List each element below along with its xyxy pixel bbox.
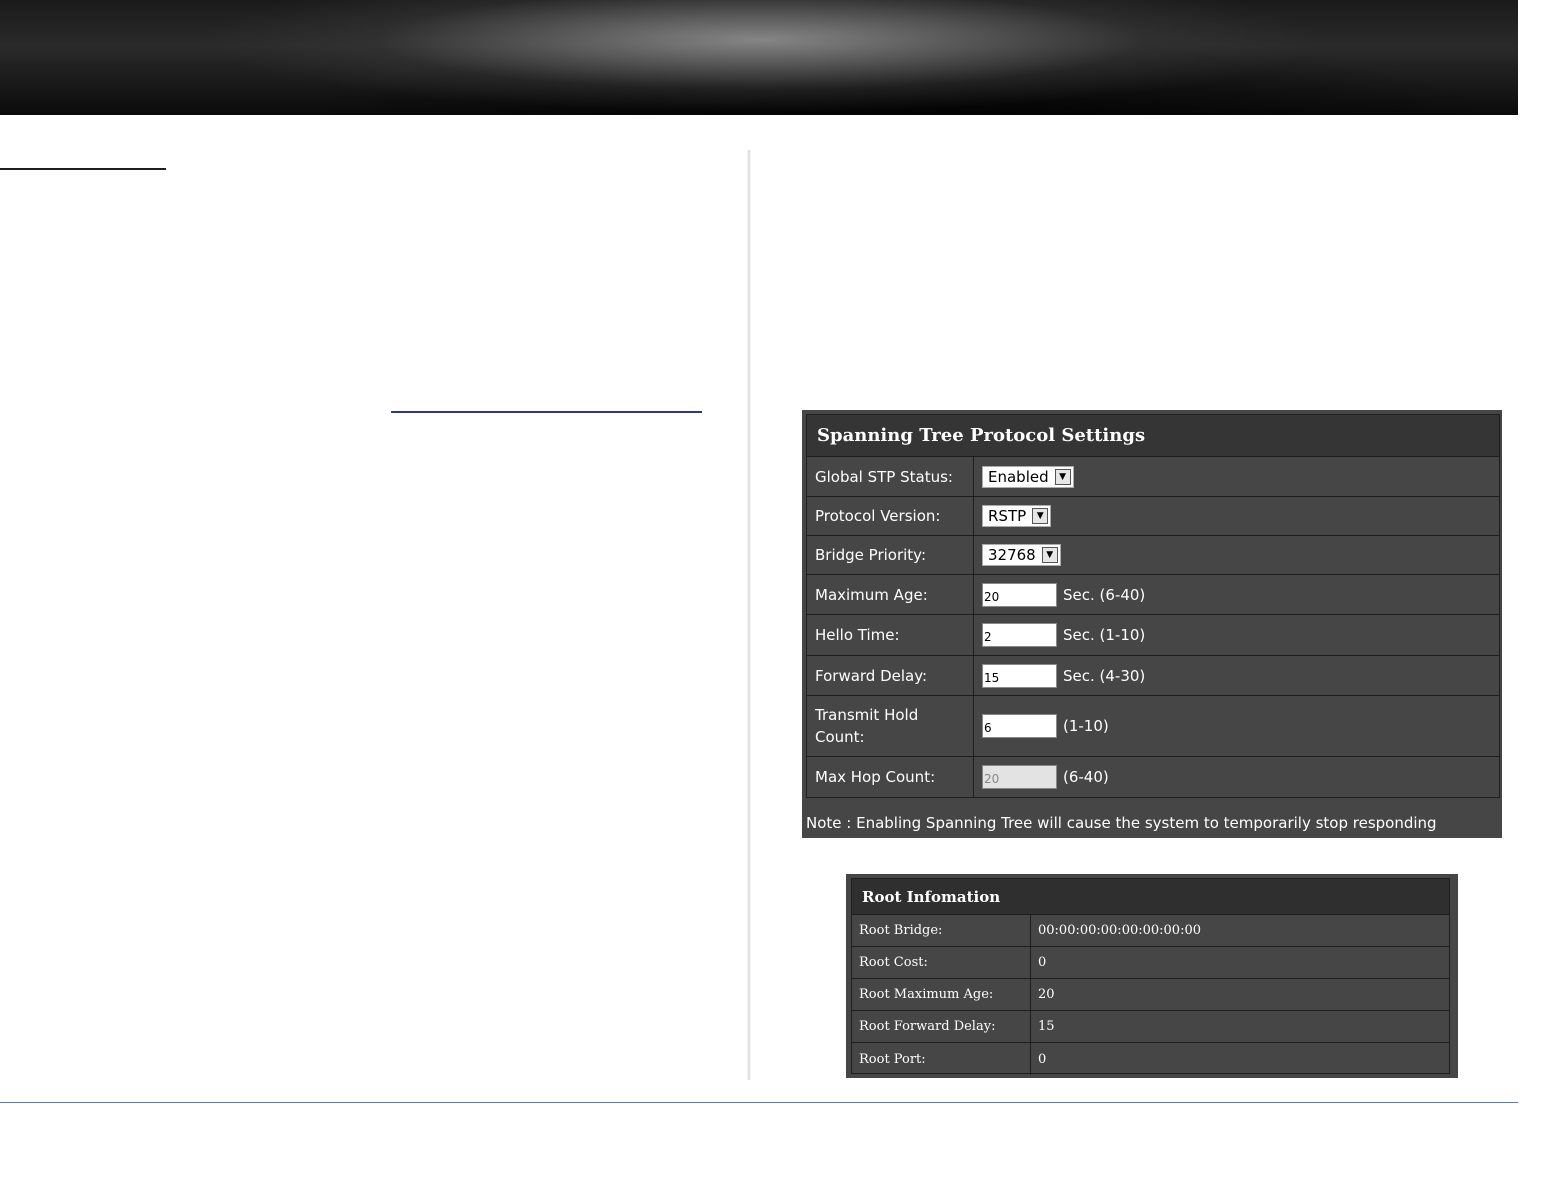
bridge-priority-select[interactable]: 32768 ▼ [982,544,1061,566]
transmit-hold-count-label: Transmit Hold Count: [807,696,974,756]
link-underline [391,411,702,413]
transmit-hold-count-input[interactable]: 6 [982,714,1057,738]
hello-time-range: Sec. (1-10) [1063,626,1146,644]
root-cost-value: 0 [1038,955,1047,970]
footer-rule [0,1102,1518,1103]
row-transmit-hold-count: Transmit Hold Count: 6 (1-10) [807,696,1499,757]
row-hello-time: Hello Time: 2 Sec. (1-10) [807,615,1499,656]
row-root-maximum-age: Root Maximum Age: 20 [852,979,1449,1011]
root-bridge-label: Root Bridge: [852,915,1031,946]
root-information-title: Root Infomation [852,879,1449,915]
header-banner [0,0,1518,115]
maximum-age-range: Sec. (6-40) [1063,585,1146,604]
row-root-bridge: Root Bridge: 00:00:00:00:00:00:00:00 [852,915,1449,947]
chevron-down-icon[interactable]: ▼ [1041,547,1058,563]
forward-delay-range: Sec. (4-30) [1063,666,1146,685]
root-information-panel: Root Infomation Root Bridge: 00:00:00:00… [846,874,1458,1078]
protocol-version-value: RSTP [988,507,1027,525]
row-root-forward-delay: Root Forward Delay: 15 [852,1011,1449,1043]
bridge-priority-value: 32768 [988,546,1036,564]
maximum-age-label: Maximum Age: [807,575,974,614]
protocol-version-select[interactable]: RSTP ▼ [982,505,1052,527]
root-bridge-value: 00:00:00:00:00:00:00:00 [1038,923,1201,938]
chevron-down-icon[interactable]: ▼ [1054,468,1071,485]
forward-delay-label: Forward Delay: [807,656,974,695]
heading-underline [0,168,166,170]
stp-note: Note : Enabling Spanning Tree will cause… [806,814,1437,832]
global-stp-status-select[interactable]: Enabled ▼ [982,465,1074,488]
stp-settings-panel: Spanning Tree Protocol Settings Global S… [802,410,1502,838]
max-hop-count-label: Max Hop Count: [807,757,974,797]
root-cost-label: Root Cost: [852,947,1031,978]
root-maximum-age-value: 20 [1038,987,1055,1002]
row-protocol-version: Protocol Version: RSTP ▼ [807,497,1499,536]
root-information-table: Root Infomation Root Bridge: 00:00:00:00… [851,878,1450,1075]
row-global-stp-status: Global STP Status: Enabled ▼ [807,457,1499,497]
maximum-age-input[interactable]: 20 [982,582,1057,607]
hello-time-label: Hello Time: [807,615,974,655]
transmit-hold-count-range: (1-10) [1063,717,1109,735]
root-port-label: Root Port: [852,1043,1031,1075]
root-forward-delay-value: 15 [1038,1019,1055,1034]
chevron-down-icon[interactable]: ▼ [1032,508,1049,524]
row-maximum-age: Maximum Age: 20 Sec. (6-40) [807,575,1499,615]
protocol-version-label: Protocol Version: [807,497,974,535]
root-port-value: 0 [1038,1051,1047,1067]
bridge-priority-label: Bridge Priority: [807,536,974,574]
row-root-port: Root Port: 0 [852,1043,1449,1075]
global-stp-status-label: Global STP Status: [807,457,974,496]
row-max-hop-count: Max Hop Count: 20 (6-40) [807,757,1499,797]
max-hop-count-input: 20 [982,765,1057,789]
root-forward-delay-label: Root Forward Delay: [852,1011,1031,1042]
row-forward-delay: Forward Delay: 15 Sec. (4-30) [807,656,1499,696]
column-divider [747,150,751,1080]
row-bridge-priority: Bridge Priority: 32768 ▼ [807,536,1499,575]
stp-settings-title: Spanning Tree Protocol Settings [807,415,1499,457]
max-hop-count-range: (6-40) [1063,768,1109,786]
forward-delay-input[interactable]: 15 [982,663,1057,688]
row-root-cost: Root Cost: 0 [852,947,1449,979]
stp-settings-table: Spanning Tree Protocol Settings Global S… [806,414,1500,798]
root-maximum-age-label: Root Maximum Age: [852,979,1031,1010]
global-stp-status-value: Enabled [988,467,1049,486]
hello-time-input[interactable]: 2 [982,623,1057,647]
